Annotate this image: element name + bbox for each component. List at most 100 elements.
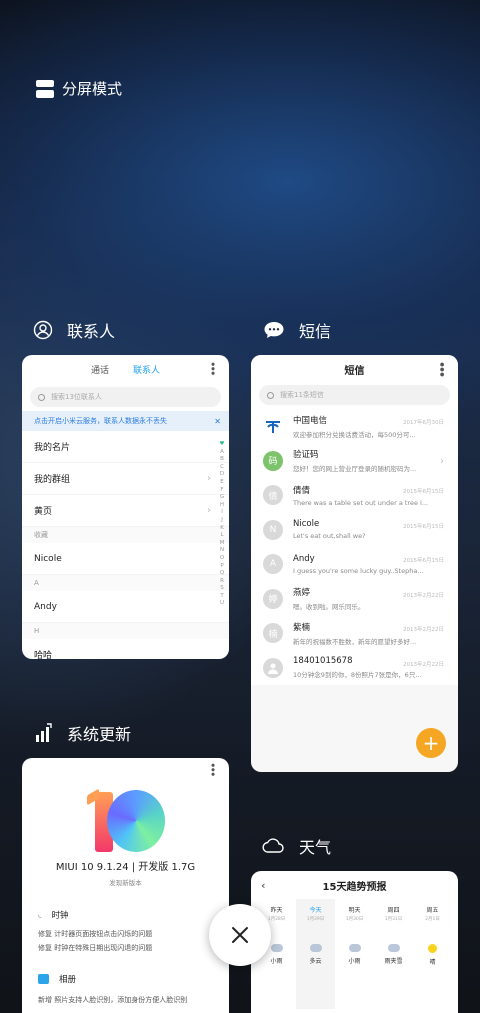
alphabet-letter[interactable]: L — [220, 532, 223, 540]
thread-date: 2015年6月15日 — [403, 523, 444, 530]
alphabet-letter[interactable]: Q — [220, 570, 224, 578]
messages-search-input[interactable]: 搜索11条短信 — [259, 385, 450, 405]
close-icon — [232, 927, 248, 943]
chevron-right-icon: › — [207, 473, 211, 484]
cloud-icon — [262, 838, 284, 853]
section-header: A — [22, 575, 229, 591]
alphabet-letter[interactable]: D — [220, 471, 224, 479]
alphabet-letter[interactable]: O — [220, 555, 224, 563]
forecast-weather: 小雨 — [348, 958, 361, 965]
more-menu-icon[interactable]: ••• — [206, 762, 219, 775]
gallery-icon — [38, 974, 49, 984]
alphabet-letter[interactable]: N — [220, 547, 224, 555]
alphabet-letter[interactable]: J — [221, 517, 223, 525]
alphabet-letter[interactable]: C — [220, 464, 224, 472]
forecast-weather: 晴 — [429, 959, 436, 966]
message-thread-row[interactable]: A Andy I guess you're some lucky guy..Step… — [251, 547, 458, 582]
new-message-button[interactable]: + — [416, 728, 446, 758]
avatar: N — [263, 519, 283, 540]
contacts-search-input[interactable]: 搜索13位联系人 — [30, 387, 221, 407]
more-menu-icon[interactable]: ••• — [206, 361, 219, 374]
alphabet-letter[interactable]: E — [220, 479, 223, 487]
cloud-banner-text: 点击开启小米云服务，联系人数据永不丢失 — [34, 417, 167, 425]
forecast-day-name: 明天 — [348, 907, 361, 914]
message-thread-row[interactable]: 婷燕婷 嗯。收到啦。网乐同乐。 2013年2月22日 — [251, 582, 458, 617]
weather-header-title: 15天趋势预报 — [322, 881, 387, 893]
search-placeholder: 搜索13位联系人 — [51, 393, 102, 401]
row-label: Andy — [34, 601, 57, 612]
avatar: 码 — [263, 450, 283, 471]
message-thread-row[interactable]: 中国电信 欢迎参加积分兑换话费活动，每500分可... 2017年6月30日 — [251, 409, 458, 444]
alphabet-letter[interactable]: R — [220, 578, 224, 586]
thread-date: 2013年2月22日 — [403, 627, 444, 633]
chevron-right-icon: › — [440, 455, 444, 467]
close-all-button[interactable] — [209, 904, 271, 966]
message-thread-row[interactable]: 18401015678 10分钟念9到的你，8份照片7张是你，6只... 2013年… — [251, 651, 458, 686]
contacts-card[interactable]: 通话 联系人 ••• 搜索13位联系人 点击开启小米云服务，联系人数据永不丢失 … — [22, 355, 229, 659]
weather-card[interactable]: ‹ 15天趋势预报 昨天 1月28日 小雨 今天 1月29日 多云 明天 1月30日 小雨 周四 1… — [251, 871, 458, 1013]
close-icon[interactable]: ✕ — [214, 417, 221, 426]
chevron-right-icon: › — [207, 505, 211, 516]
contact-row[interactable]: 我的名片 — [22, 431, 229, 463]
split-screen-button[interactable]: 分屏模式 — [36, 78, 122, 99]
cloud-banner[interactable]: 点击开启小米云服务，联系人数据永不丢失 ✕ — [22, 411, 229, 431]
forecast-weather: 多云 — [309, 958, 322, 965]
row-label: 黄页 — [34, 507, 53, 517]
contacts-title-label: 联系人 — [67, 322, 116, 341]
contact-row[interactable]: 我的群组 › — [22, 463, 229, 495]
alphabet-letter[interactable]: I — [221, 509, 223, 517]
sun-icon — [428, 944, 437, 953]
tab-calls[interactable]: 通话 — [91, 363, 109, 376]
alphabet-letter[interactable]: M — [220, 540, 225, 548]
alphabet-letter[interactable]: P — [220, 563, 223, 571]
forecast-day-name: 昨天 — [270, 907, 283, 914]
row-label: 收藏 — [34, 531, 48, 539]
forecast-day[interactable]: 周五 2月1日晴 — [413, 899, 452, 1009]
forecast-date: 1月31日 — [384, 917, 403, 922]
thread-snippet: 新年的祝福数不胜数，新年的愿望好多好... — [293, 637, 417, 646]
update-subtitle: 发现新版本 — [109, 879, 142, 887]
alphabet-letter[interactable]: K — [220, 525, 224, 533]
message-icon — [264, 322, 284, 338]
alphabet-letter[interactable]: B — [220, 456, 224, 464]
cloud-icon — [309, 944, 322, 952]
thread-snippet: Let's eat out,shall we? — [293, 532, 366, 541]
person-icon — [33, 320, 53, 340]
thread-date: 2015年6月15日 — [403, 489, 444, 495]
alphabet-letter[interactable]: F — [220, 487, 223, 495]
messages-header-title: 短信 — [344, 365, 365, 377]
message-thread-row[interactable]: N Nicole Let's eat out,shall we? 2015年6月15日 — [251, 513, 458, 548]
changelog-gallery-header: 相册 — [22, 973, 229, 985]
alphabet-letter[interactable]: T — [220, 593, 223, 601]
search-icon — [38, 393, 45, 401]
forecast-day[interactable]: 周四 1月31日 雨夹雪 — [374, 899, 413, 1009]
tab-contacts[interactable]: 联系人 — [133, 363, 160, 376]
alphabet-letter[interactable]: H — [220, 502, 224, 510]
update-card[interactable]: ••• MIUI 10 9.1.24 | 开发版 1.7G 发现新版本 ◟ 时钟… — [22, 758, 229, 1013]
messages-app-title: 短信 — [263, 318, 331, 342]
message-thread-row[interactable]: 码验证码 您好！您的网上营业厅登录的随机密码为... › — [251, 444, 458, 479]
forecast-date: 1月29日 — [306, 917, 325, 922]
messages-card[interactable]: 短信 ••• 搜索11条短信 中国电信 欢迎参加积分兑换话费活动，每500分可..… — [251, 355, 458, 772]
alphabet-letter[interactable]: S — [220, 585, 224, 593]
contact-row[interactable]: Nicole — [22, 543, 229, 575]
alphabet-letter[interactable]: G — [220, 494, 224, 502]
more-menu-icon[interactable]: ••• — [435, 361, 448, 376]
message-thread-row[interactable]: 楠紫楠 新年的祝福数不胜数，新年的愿望好多好... 2013年2月22日 — [251, 616, 458, 651]
contact-row[interactable]: 黄页 › — [22, 495, 229, 527]
forecast-day[interactable]: 明天 1月30日 小雨 — [335, 899, 374, 1009]
contact-row[interactable]: Andy — [22, 591, 229, 623]
contacts-tabs: 通话 联系人 ••• — [22, 355, 229, 383]
back-icon[interactable]: ‹ — [261, 879, 266, 892]
alphabet-index[interactable]: ♥ A B C D E F G H I J K L M N O P Q R S T U — [218, 441, 226, 608]
update-icon — [36, 723, 52, 742]
row-label: H — [34, 627, 40, 635]
contact-row[interactable]: 哈哈 — [22, 639, 229, 659]
alphabet-letter[interactable]: ♥ — [220, 441, 225, 449]
alphabet-letter[interactable]: A — [220, 449, 224, 457]
message-thread-row[interactable]: 倩倩倩 There was a table set out under a tre… — [251, 478, 458, 513]
forecast-weather: 小雨 — [270, 958, 283, 965]
alphabet-letter[interactable]: U — [220, 600, 224, 608]
forecast-day[interactable]: 今天 1月29日 多云 — [296, 899, 335, 1009]
thread-date: 2017年6月30日 — [403, 420, 444, 426]
